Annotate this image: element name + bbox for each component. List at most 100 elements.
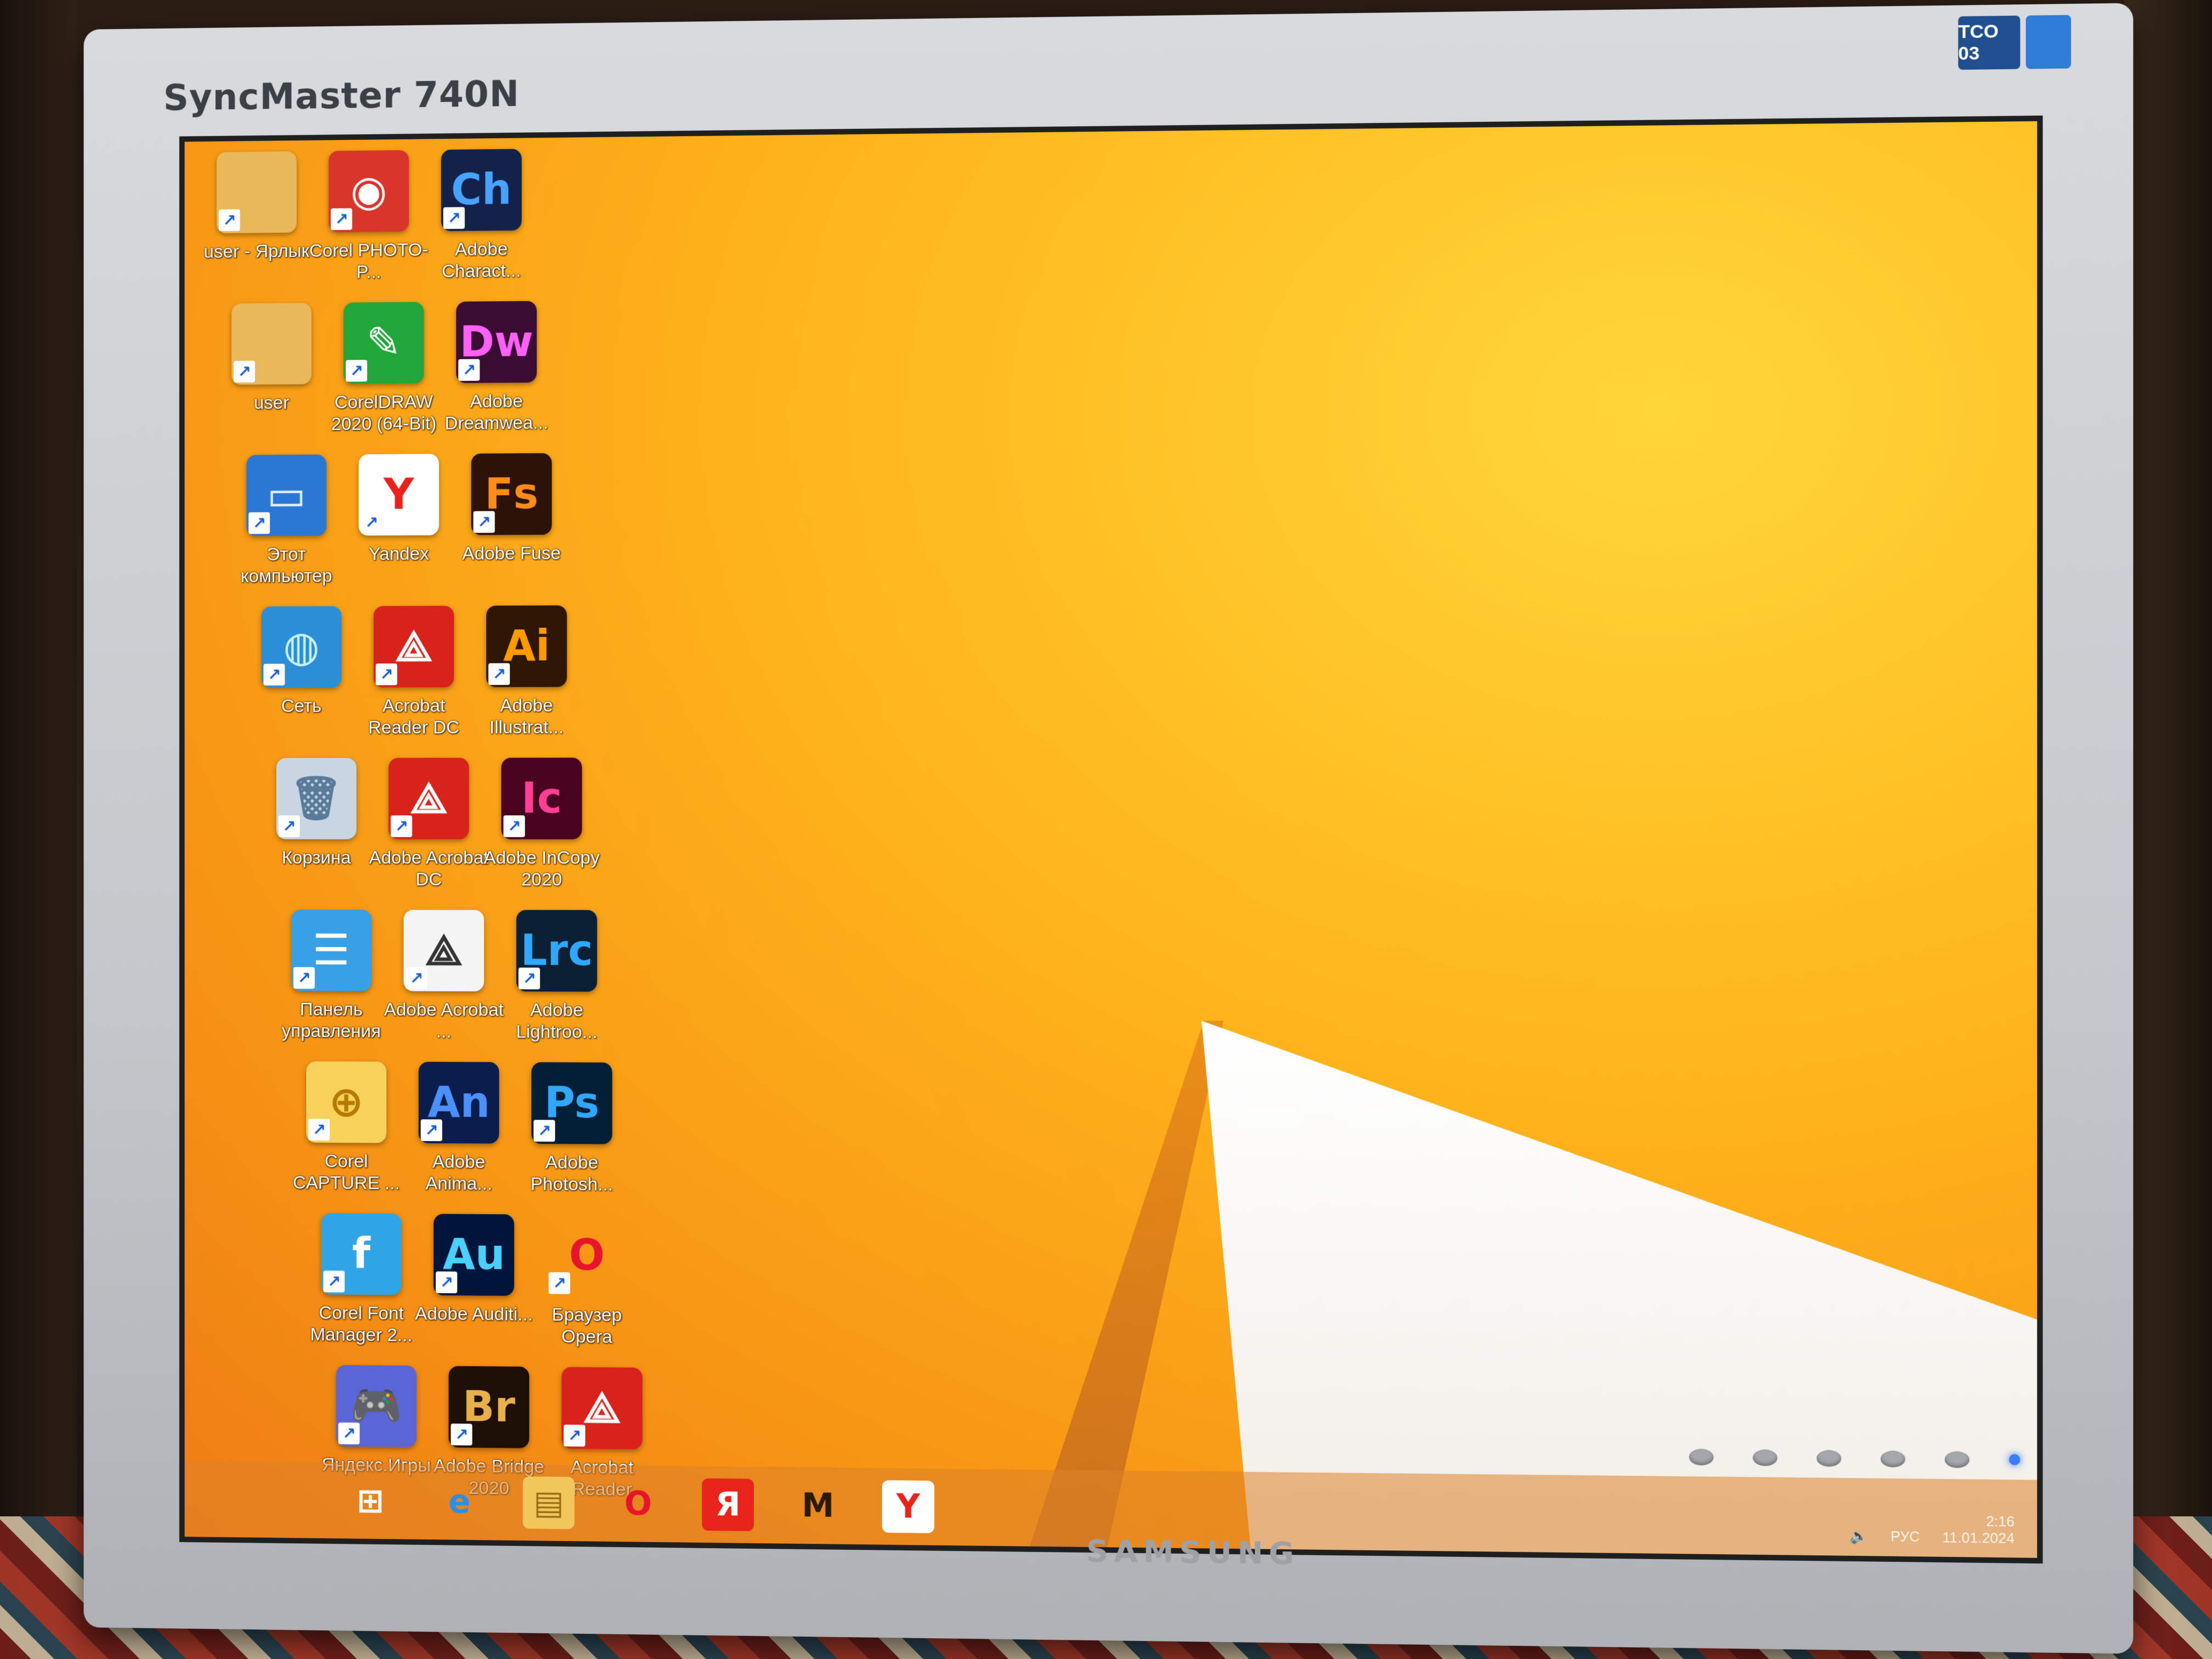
language-indicator[interactable]: РУС xyxy=(1891,1528,1920,1545)
desktop-icon-label: Панель управления xyxy=(281,999,381,1042)
corel-photo-paint-icon: ◉ ↗ xyxy=(329,150,409,233)
adobe-acrobat-icon: ⟁ ↗ xyxy=(403,910,484,992)
desktop-icon[interactable]: 🗑 ↗ Корзина xyxy=(255,758,378,915)
desktop-icon[interactable]: ⟁ ↗ Adobe Acrobat ... xyxy=(382,910,506,1068)
internet-explorer-icon[interactable]: e xyxy=(433,1476,485,1528)
yandex-games-icon: 🎮 ↗ xyxy=(336,1365,417,1447)
control-panel-icon: ☰ ↗ xyxy=(291,910,372,991)
desktop-icon[interactable]: ⟁ ↗ Acrobat Reader DC xyxy=(352,606,476,763)
desktop-icon[interactable]: Ch ↗ Adobe Charact... xyxy=(420,149,543,307)
desktop-icon[interactable]: Y ↗ Yandex xyxy=(337,454,461,612)
start-button-icon[interactable]: ⊞ xyxy=(345,1475,396,1527)
yandex-browser-icon[interactable]: Y xyxy=(882,1480,935,1533)
desktop-icon[interactable]: ☰ ↗ Панель управления xyxy=(270,910,393,1067)
desktop-icon[interactable]: ⟁ ↗ Adobe Acrobat DC xyxy=(367,758,490,915)
shortcut-arrow-icon: ↗ xyxy=(308,1119,330,1141)
desktop-icon-grid: ↗ user - Ярлык ◉ ↗ Corel PHOTO-P... Ch ↗ Adobe … xyxy=(185,121,2038,1500)
desktop-icon-label: Adobe Acrobat DC xyxy=(369,847,489,890)
desktop-icon-label: Adobe Acrobat ... xyxy=(383,999,504,1042)
desktop-icon-label: Сеть xyxy=(281,696,322,716)
volume-icon[interactable]: 🔈 xyxy=(1850,1527,1868,1545)
monitor-menu-button[interactable] xyxy=(1689,1448,1714,1466)
desktop-icon[interactable]: An ↗ Adobe Anima... xyxy=(397,1062,521,1220)
shortcut-arrow-icon: ↗ xyxy=(338,1422,360,1444)
shortcut-arrow-icon: ↗ xyxy=(503,815,525,837)
adobe-animate-icon: An ↗ xyxy=(418,1062,499,1144)
desktop-icon[interactable]: Lrc ↗ Adobe Lightroo... xyxy=(495,910,619,1068)
desktop-icon-label: Corel Font Manager 2... xyxy=(310,1302,413,1346)
desktop-icon-label: Adobe InCopy 2020 xyxy=(483,847,600,890)
opera-browser-icon[interactable]: O xyxy=(612,1477,664,1530)
desktop-icon[interactable]: ↗ user - Ярлык xyxy=(195,151,318,309)
yandex-music-icon[interactable]: M xyxy=(792,1479,844,1532)
corel-font-manager-icon: f ↗ xyxy=(321,1213,402,1295)
desktop-icon-label: Corel PHOTO-P... xyxy=(309,239,428,283)
shortcut-arrow-icon: ↗ xyxy=(533,1120,555,1142)
shortcut-arrow-icon: ↗ xyxy=(518,967,540,990)
clock-time: 2:16 xyxy=(1986,1513,2015,1530)
desktop-icon-label: Браузер Opera xyxy=(552,1304,622,1347)
shortcut-arrow-icon: ↗ xyxy=(330,208,352,230)
monitor-control-buttons xyxy=(1689,1448,2021,1469)
yandex-icon[interactable]: Я xyxy=(702,1478,754,1532)
shortcut-arrow-icon: ↗ xyxy=(405,967,427,989)
adobe-fuse-icon: Fs ↗ xyxy=(471,453,552,535)
desktop-icon[interactable]: ⊕ ↗ Corel CAPTURE ... xyxy=(285,1061,408,1219)
desktop-icon[interactable]: Ps ↗ Adobe Photosh... xyxy=(510,1062,634,1221)
desktop-icon-label: Yandex xyxy=(368,543,429,565)
monitor-up-button[interactable] xyxy=(1816,1449,1842,1467)
acrobat-reader-icon: ⟁ ↗ xyxy=(373,606,454,687)
yandex-browser-icon: Y ↗ xyxy=(358,454,439,536)
desktop-icon[interactable]: ✎ ↗ CorelDRAW 2020 (64-Bit) xyxy=(322,302,445,460)
shortcut-arrow-icon: ↗ xyxy=(443,207,465,229)
adobe-audition-icon: Au ↗ xyxy=(433,1214,515,1296)
recycle-bin-icon: 🗑 ↗ xyxy=(276,758,357,839)
desktop-icon[interactable]: Ic ↗ Adobe InCopy 2020 xyxy=(480,758,604,916)
desktop-icon-label: Adobe Anima... xyxy=(425,1151,493,1194)
shortcut-arrow-icon: ↗ xyxy=(436,1271,458,1294)
monitor-auto-button[interactable] xyxy=(1944,1451,1970,1469)
monitor-brand-label: SAMSUNG xyxy=(1086,1533,1300,1572)
shortcut-arrow-icon: ↗ xyxy=(549,1272,571,1294)
desktop-icon-label: Adobe Lightroo... xyxy=(516,1000,598,1042)
shortcut-arrow-icon: ↗ xyxy=(346,359,368,382)
desktop-icon[interactable]: Au ↗ Adobe Auditi... xyxy=(412,1214,535,1372)
desktop-icon-label: Acrobat Reader DC xyxy=(368,695,460,738)
desktop-icon[interactable]: ▭ ↗ Этот компьютер xyxy=(225,454,348,612)
energy-star-badge xyxy=(2025,15,2071,69)
adobe-dreamweaver-icon: Dw ↗ xyxy=(456,301,537,383)
shortcut-arrow-icon: ↗ xyxy=(218,209,240,232)
taskbar-pinned-apps: ⊞ e ▤ O Я M Y xyxy=(345,1475,935,1533)
shortcut-arrow-icon: ↗ xyxy=(233,360,255,383)
desktop-icon[interactable]: Ai ↗ Adobe Illustrat... xyxy=(465,605,589,763)
folder-user-icon: ↗ xyxy=(216,151,297,234)
desktop-icon[interactable]: ◉ ↗ Corel PHOTO-P... xyxy=(307,150,430,308)
desktop-icon-label: user xyxy=(253,392,290,414)
desktop-icon-label: CorelDRAW 2020 (64-Bit) xyxy=(331,391,437,435)
shortcut-arrow-icon: ↗ xyxy=(323,1271,345,1293)
desktop-icon[interactable]: ◍ ↗ Сеть xyxy=(240,606,363,764)
desktop-icon-label: Adobe Illustrat... xyxy=(489,695,564,738)
monitor: SyncMaster 740N TCO 03 ↗ user - Ярлык ◉ ↗ Co… xyxy=(83,3,2134,1654)
file-explorer-icon[interactable]: ▤ xyxy=(522,1476,575,1530)
desktop-icon[interactable]: Dw ↗ Adobe Dreamwea... xyxy=(435,301,558,459)
desktop-icon[interactable]: ↗ user xyxy=(210,303,333,461)
monitor-enter-button[interactable] xyxy=(1880,1451,1905,1468)
room-background-left xyxy=(0,0,77,1659)
desktop-icon-label: user - Ярлык xyxy=(204,240,309,262)
shortcut-arrow-icon: ↗ xyxy=(488,663,510,685)
adobe-character-animator-icon: Ch ↗ xyxy=(441,149,522,232)
corel-capture-icon: ⊕ ↗ xyxy=(306,1061,387,1143)
desktop-icon[interactable]: Fs ↗ Adobe Fuse xyxy=(450,453,573,611)
shortcut-arrow-icon: ↗ xyxy=(293,967,315,989)
folder-user-icon: ↗ xyxy=(231,303,312,385)
desktop-icon-label: Adobe Charact... xyxy=(442,239,521,282)
clock[interactable]: 2:16 11.01.2024 xyxy=(1942,1513,2015,1547)
shortcut-arrow-icon: ↗ xyxy=(263,663,285,686)
desktop-icon[interactable]: O ↗ Браузер Opera xyxy=(525,1215,649,1373)
network-icon: ◍ ↗ xyxy=(261,606,342,688)
desktop-icon[interactable]: f ↗ Corel Font Manager 2... xyxy=(300,1213,422,1371)
power-led-icon[interactable] xyxy=(2008,1454,2021,1465)
adobe-incopy-icon: Ic ↗ xyxy=(501,758,582,839)
monitor-down-button[interactable] xyxy=(1752,1449,1778,1466)
